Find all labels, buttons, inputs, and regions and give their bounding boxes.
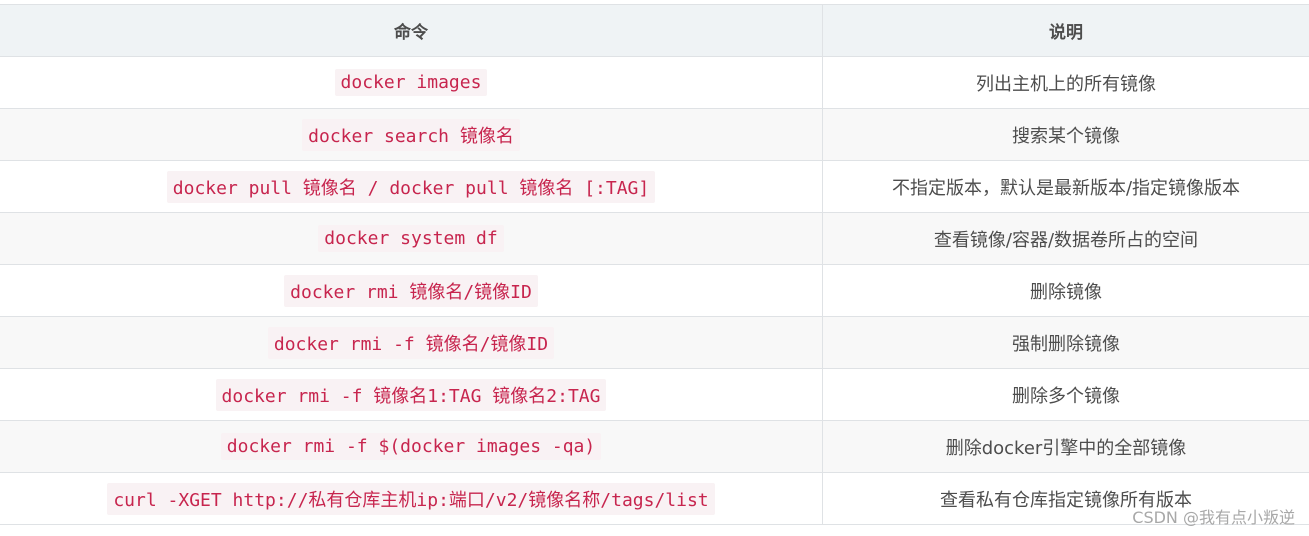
header-cell-description: 说明 — [823, 5, 1309, 56]
description-text: 删除docker引擎中的全部镜像 — [945, 437, 1187, 459]
table-row: curl -XGET http://私有仓库主机ip:端口/v2/镜像名称/ta… — [0, 473, 1309, 525]
command-code: docker images — [334, 69, 488, 96]
command-cell: docker system df — [0, 213, 823, 264]
command-cell: docker search 镜像名 — [0, 109, 823, 160]
header-label-command: 命令 — [394, 23, 428, 43]
command-cell: docker pull 镜像名 / docker pull 镜像名 [:TAG] — [0, 161, 823, 212]
command-code: docker rmi -f 镜像名1:TAG 镜像名2:TAG — [215, 378, 607, 411]
description-cell: 查看镜像/容器/数据卷所占的空间 — [823, 213, 1309, 264]
command-cell: docker rmi -f 镜像名/镜像ID — [0, 317, 823, 368]
command-code: docker rmi -f 镜像名/镜像ID — [267, 326, 555, 359]
csdn-watermark: CSDN @我有点小叛逆 — [1132, 508, 1295, 527]
table-header-row: 命令 说明 — [0, 5, 1309, 57]
table-row: docker rmi -f 镜像名1:TAG 镜像名2:TAG 删除多个镜像 — [0, 369, 1309, 421]
table-row: docker search 镜像名 搜索某个镜像 — [0, 109, 1309, 161]
command-code: docker search 镜像名 — [302, 118, 520, 151]
command-code: docker rmi 镜像名/镜像ID — [284, 274, 538, 307]
header-cell-command: 命令 — [0, 5, 823, 56]
description-cell: 不指定版本，默认是最新版本/指定镜像版本 — [823, 161, 1309, 212]
command-cell: docker rmi -f 镜像名1:TAG 镜像名2:TAG — [0, 369, 823, 420]
table-row: docker rmi -f 镜像名/镜像ID 强制删除镜像 — [0, 317, 1309, 369]
description-cell: 删除多个镜像 — [823, 369, 1309, 420]
description-text: 查看镜像/容器/数据卷所占的空间 — [933, 229, 1199, 251]
description-text: 删除镜像 — [1030, 281, 1102, 303]
description-cell: 搜索某个镜像 — [823, 109, 1309, 160]
description-cell: 列出主机上的所有镜像 — [823, 57, 1309, 108]
description-text: 强制删除镜像 — [1012, 333, 1120, 355]
description-cell: 删除docker引擎中的全部镜像 — [823, 421, 1309, 472]
table-row: docker rmi -f $(docker images -qa) 删除doc… — [0, 421, 1309, 473]
description-text: 不指定版本，默认是最新版本/指定镜像版本 — [891, 177, 1241, 199]
command-code: docker system df — [318, 225, 504, 252]
description-text: 列出主机上的所有镜像 — [976, 73, 1156, 95]
command-cell: docker rmi -f $(docker images -qa) — [0, 421, 823, 472]
description-cell: 删除镜像 — [823, 265, 1309, 316]
table-row: docker system df 查看镜像/容器/数据卷所占的空间 — [0, 213, 1309, 265]
table-row: docker images 列出主机上的所有镜像 — [0, 57, 1309, 109]
docker-image-commands-table: 命令 说明 docker images 列出主机上的所有镜像 docker se… — [0, 4, 1309, 525]
table-row: docker pull 镜像名 / docker pull 镜像名 [:TAG]… — [0, 161, 1309, 213]
command-code: docker rmi -f $(docker images -qa) — [220, 433, 602, 460]
table-row: docker rmi 镜像名/镜像ID 删除镜像 — [0, 265, 1309, 317]
description-text: 搜索某个镜像 — [1012, 125, 1120, 147]
description-cell: 强制删除镜像 — [823, 317, 1309, 368]
command-code: docker pull 镜像名 / docker pull 镜像名 [:TAG] — [166, 170, 656, 203]
command-cell: curl -XGET http://私有仓库主机ip:端口/v2/镜像名称/ta… — [0, 473, 823, 524]
header-label-description: 说明 — [1049, 23, 1083, 43]
command-cell: docker rmi 镜像名/镜像ID — [0, 265, 823, 316]
description-text: 删除多个镜像 — [1012, 385, 1120, 407]
command-cell: docker images — [0, 57, 823, 108]
command-code: curl -XGET http://私有仓库主机ip:端口/v2/镜像名称/ta… — [107, 482, 715, 515]
